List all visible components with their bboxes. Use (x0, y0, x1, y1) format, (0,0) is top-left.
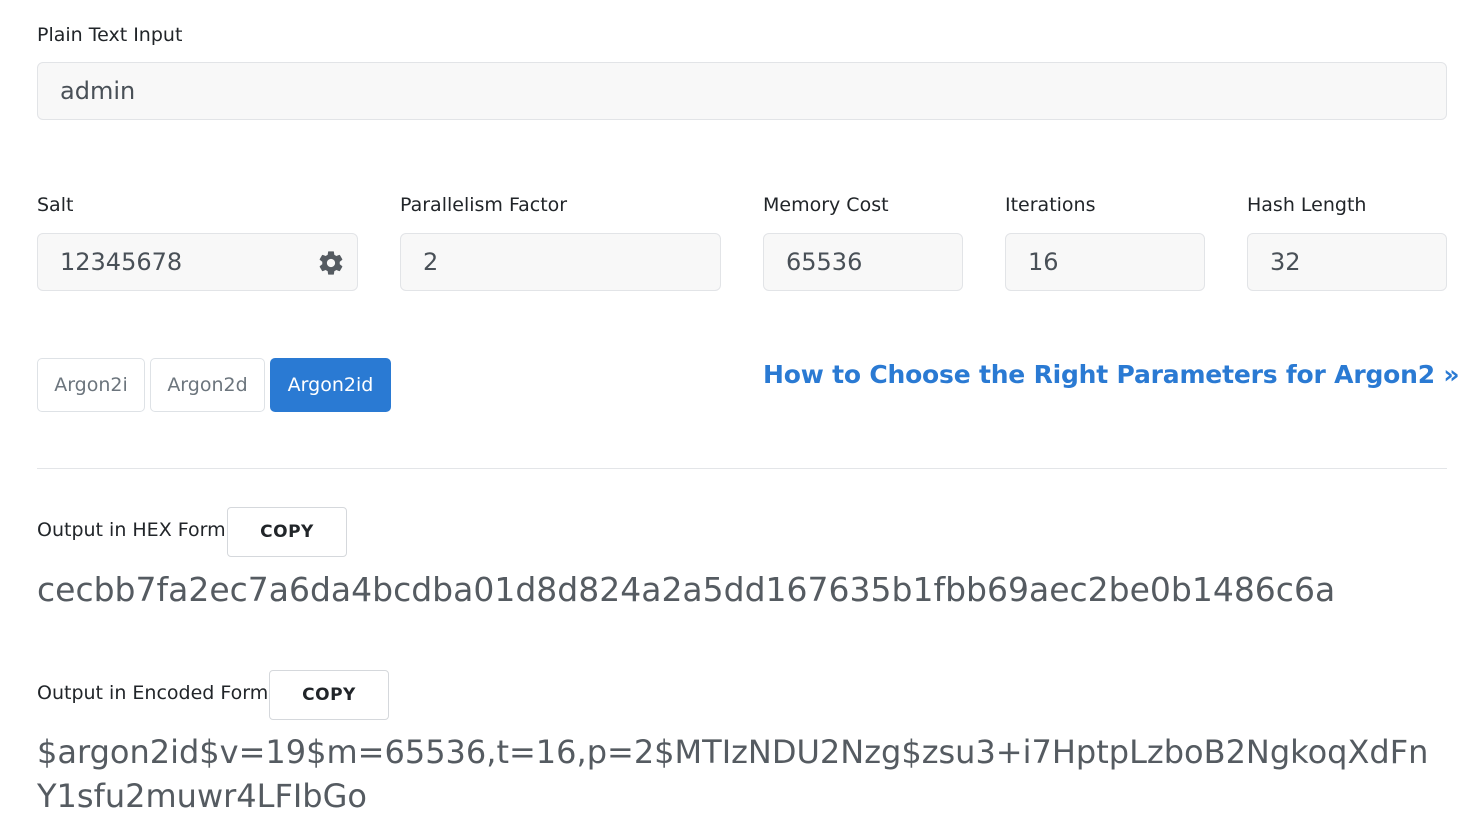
parallelism-field (400, 233, 721, 291)
hex-output-label: Output in HEX Form (37, 519, 226, 541)
hash-length-label: Hash Length (1247, 194, 1367, 216)
hash-length-input[interactable] (1270, 248, 1446, 276)
hash-length-field (1247, 233, 1447, 291)
plain-text-field (37, 62, 1447, 120)
section-divider (37, 468, 1447, 469)
iterations-label: Iterations (1005, 194, 1096, 216)
hex-output-value: cecbb7fa2ec7a6da4bcdba01d8d824a2a5dd1676… (37, 570, 1336, 609)
salt-input[interactable] (60, 248, 300, 276)
encoded-output-label: Output in Encoded Form (37, 682, 269, 704)
argon2-hash-form: Plain Text Input Salt Parallelism Factor… (0, 0, 1470, 838)
memory-cost-input[interactable] (786, 248, 962, 276)
parallelism-input[interactable] (423, 248, 720, 276)
parallelism-label: Parallelism Factor (400, 194, 568, 216)
copy-encoded-button[interactable]: COPY (269, 670, 389, 720)
plain-text-label: Plain Text Input (37, 24, 183, 46)
encoded-output-value: $argon2id$v=19$m=65536,t=16,p=2$MTIzNDU2… (37, 733, 1429, 815)
memory-cost-label: Memory Cost (763, 194, 889, 216)
plain-text-input[interactable] (60, 77, 1446, 105)
salt-label: Salt (37, 194, 74, 216)
argon2d-button[interactable]: Argon2d (150, 358, 265, 412)
parameters-help-link[interactable]: How to Choose the Right Parameters for A… (763, 360, 1460, 389)
memory-cost-field (763, 233, 963, 291)
gear-icon[interactable] (317, 249, 345, 277)
salt-field (37, 233, 358, 291)
argon2id-button[interactable]: Argon2id (270, 358, 391, 412)
argon2i-button[interactable]: Argon2i (37, 358, 145, 412)
iterations-field (1005, 233, 1205, 291)
iterations-input[interactable] (1028, 248, 1204, 276)
copy-hex-button[interactable]: COPY (227, 507, 347, 557)
